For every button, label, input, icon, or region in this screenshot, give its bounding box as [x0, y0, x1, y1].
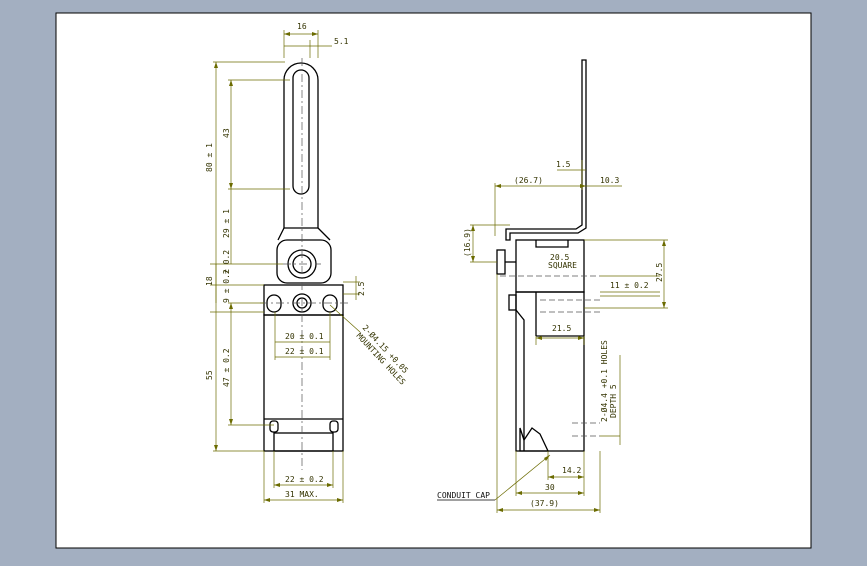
dim-1-5: 1.5 — [556, 160, 571, 169]
holes-note-line2: DEPTH 5 — [609, 384, 618, 418]
dim-width-20: 20 ± 0.1 — [285, 332, 324, 341]
drawing-canvas[interactable]: 16 5.1 80 ± 1 43 29 ± 1 18 ± 0.2 9 ± 0.2… — [0, 0, 867, 562]
dim-30: 30 — [545, 483, 555, 492]
dim-square-label: SQUARE — [548, 261, 577, 270]
dim-18: 18 — [205, 276, 214, 286]
dim-9: 9 ± 0.2 — [222, 269, 231, 303]
dim-width-31: 31 MAX. — [285, 490, 319, 499]
dim-47: 47 ± 0.2 — [222, 348, 231, 387]
dim-14-2: 14.2 — [562, 466, 581, 475]
dim-55: 55 — [205, 370, 214, 380]
cad-viewport: 16 5.1 80 ± 1 43 29 ± 1 18 ± 0.2 9 ± 0.2… — [0, 0, 867, 562]
dim-slot-43: 43 — [222, 128, 231, 138]
dim-width-22-bottom: 22 ± 0.2 — [285, 475, 324, 484]
dim-height-80: 80 ± 1 — [205, 143, 214, 172]
dim-top-width: 16 — [297, 22, 307, 31]
conduit-cap-label: CONDUIT CAP — [437, 491, 490, 500]
drawing-sheet — [55, 12, 812, 549]
dim-29: 29 ± 1 — [222, 209, 231, 238]
dim-10-3: 10.3 — [600, 176, 619, 185]
dim-width-22-top: 22 ± 0.1 — [285, 347, 324, 356]
dim-37-9: (37.9) — [530, 499, 559, 508]
dim-16-9: (16.9) — [463, 228, 472, 257]
dim-27-5: 27.5 — [655, 263, 664, 282]
holes-note-line1: 2-Ø4.4 +0.1 HOLES — [599, 340, 609, 422]
dim-26-7: (26.7) — [514, 176, 543, 185]
dim-11: 11 ± 0.2 — [610, 281, 649, 290]
dim-2-5: 2.5 — [357, 281, 366, 296]
dim-21-5: 21.5 — [552, 324, 571, 333]
dim-top-offset: 5.1 — [334, 37, 349, 46]
